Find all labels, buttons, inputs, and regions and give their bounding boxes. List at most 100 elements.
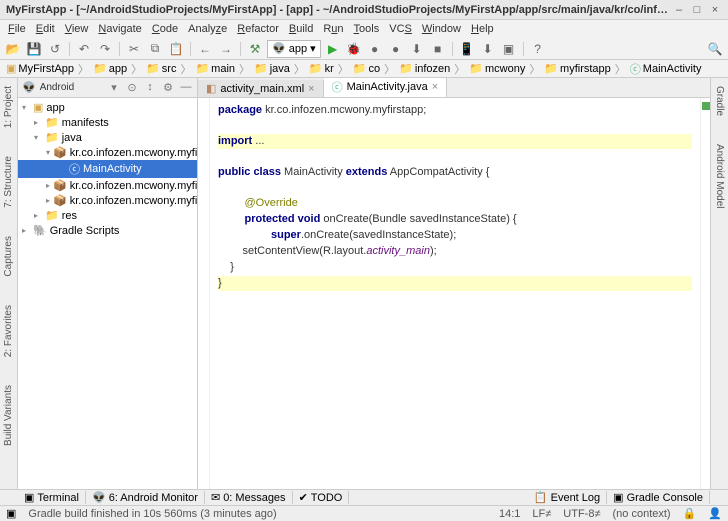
menu-view[interactable]: View [61,22,93,36]
line-separator[interactable]: LF≠ [532,508,551,520]
tree-row[interactable]: ▸📁res [18,208,197,223]
minimize-button[interactable]: – [672,3,686,17]
tree-row[interactable]: ▸📦kr.co.infozen.mcwony.myfirstapp (andro… [18,178,197,193]
attach-icon[interactable]: ⬇ [408,40,426,58]
context-info[interactable]: (no context) [613,508,671,520]
editor-tab[interactable]: ◧ activity_main.xml × [198,80,324,97]
open-icon[interactable]: 📂 [4,40,22,58]
make-icon[interactable]: ⚒ [246,40,264,58]
tab-terminal[interactable]: ▣ Terminal [18,491,86,504]
breadcrumb-item[interactable]: 📁co [351,62,382,75]
error-stripe[interactable] [700,98,710,489]
project-structure-icon[interactable]: ▣ [500,40,518,58]
tree-arrow-icon[interactable]: ▸ [34,118,42,127]
debug-icon[interactable]: 🐞 [345,40,363,58]
tree-row[interactable]: ▸🐘Gradle Scripts [18,223,197,238]
menu-vcs[interactable]: VCS [385,22,416,36]
breadcrumb-item[interactable]: 📁myfirstapp [542,62,612,75]
tree-row[interactable]: ▾📦kr.co.infozen.mcwony.myfirstapp [18,145,197,160]
menu-tools[interactable]: Tools [350,22,384,36]
run-config-select[interactable]: 👽 app ▾ [267,40,321,58]
help-icon[interactable]: ? [529,40,547,58]
tab-gradle[interactable]: Gradle [714,82,725,120]
tree-arrow-icon[interactable]: ▸ [34,211,42,220]
close-icon[interactable]: × [308,83,314,95]
menu-edit[interactable]: Edit [32,22,59,36]
gear-icon[interactable]: ⚙ [161,81,175,95]
tree-row[interactable]: ▾📁java [18,130,197,145]
menu-build[interactable]: Build [285,22,317,36]
paste-icon[interactable]: 📋 [167,40,185,58]
editor-tab[interactable]: ⓒ MainActivity.java × [324,78,448,97]
profiler-dot2-icon[interactable]: ● [387,40,405,58]
fold-gutter[interactable] [198,98,210,489]
profiler-dot1-icon[interactable]: ● [366,40,384,58]
tree-row[interactable]: ▾▣app [18,100,197,115]
breadcrumb-item[interactable]: 📁mcwony [467,62,527,75]
menu-help[interactable]: Help [467,22,498,36]
breadcrumb-item[interactable]: 📁app [91,62,129,75]
tree-arrow-icon[interactable]: ▾ [34,133,42,142]
breadcrumb-item[interactable]: 📁java [252,62,292,75]
tab-android-model[interactable]: Android Model [714,140,725,212]
collapse-icon[interactable]: ⊙ [125,81,139,95]
redo-icon[interactable]: ↷ [96,40,114,58]
tree-arrow-icon[interactable]: ▾ [22,103,30,112]
sync-icon[interactable]: ↺ [46,40,64,58]
tab-gradle-console[interactable]: ▣ Gradle Console [607,491,710,504]
tree-row[interactable]: ▸📁manifests [18,115,197,130]
avd-icon[interactable]: 📱 [458,40,476,58]
close-icon[interactable]: × [432,81,438,93]
hector-icon[interactable]: 👤 [708,507,722,520]
breadcrumb-item[interactable]: ⓒMainActivity [628,61,704,77]
breadcrumb-item[interactable]: 📁kr [307,62,336,75]
menu-run[interactable]: Run [319,22,347,36]
back-icon[interactable]: ← [196,40,214,58]
tab-messages[interactable]: ✉ 0: Messages [205,491,293,504]
cursor-position[interactable]: 14:1 [499,508,520,520]
breadcrumb-item[interactable]: ▣MyFirstApp [4,62,76,75]
tree-row[interactable]: ▸📦kr.co.infozen.mcwony.myfirstapp (test) [18,193,197,208]
breadcrumb-item[interactable]: 📁infozen [397,62,452,75]
hide-icon[interactable]: — [179,81,193,95]
menu-analyze[interactable]: Analyze [184,22,231,36]
breadcrumb-item[interactable]: 📁main [193,62,237,75]
tab-event-log[interactable]: 📋 Event Log [528,491,607,504]
expand-icon[interactable]: ↕ [143,81,157,95]
tree-arrow-icon[interactable]: ▾ [46,148,50,157]
tree-arrow-icon[interactable]: ▸ [46,196,50,205]
copy-icon[interactable]: ⧉ [146,40,164,58]
stop-icon[interactable]: ■ [429,40,447,58]
lock-icon[interactable]: 🔒 [683,507,697,520]
tab-todo[interactable]: ✔ TODO [293,491,350,504]
project-tree[interactable]: ▾▣app▸📁manifests▾📁java▾📦kr.co.infozen.mc… [18,98,197,489]
tab-build-variants[interactable]: Build Variants [3,381,14,450]
close-button[interactable]: × [708,3,722,17]
run-icon[interactable]: ▶ [324,40,342,58]
tab-captures[interactable]: Captures [3,232,14,281]
tab-structure[interactable]: 7: Structure [3,152,14,212]
panel-title[interactable]: Android [40,82,103,93]
breadcrumb-item[interactable]: 📁src [144,62,178,75]
search-icon[interactable]: 🔍 [706,40,724,58]
file-encoding[interactable]: UTF-8≠ [563,508,600,520]
save-icon[interactable]: 💾 [25,40,43,58]
forward-icon[interactable]: → [217,40,235,58]
menu-window[interactable]: Window [418,22,465,36]
import-fold[interactable]: import ... [218,134,692,149]
tab-favorites[interactable]: 2: Favorites [3,301,14,361]
tree-arrow-icon[interactable]: ▸ [22,226,30,235]
tab-project[interactable]: 1: Project [3,82,14,132]
menu-file[interactable]: File [4,22,30,36]
dropdown-icon[interactable]: ▾ [107,81,121,95]
tab-android-monitor[interactable]: 👽 6: Android Monitor [86,491,205,504]
sdk-icon[interactable]: ⬇ [479,40,497,58]
tool-window-toggle-icon[interactable]: ▣ [6,507,16,520]
menu-code[interactable]: Code [148,22,182,36]
cut-icon[interactable]: ✂ [125,40,143,58]
maximize-button[interactable]: □ [690,3,704,17]
tree-row[interactable]: ⓒMainActivity [18,160,197,178]
menu-refactor[interactable]: Refactor [233,22,283,36]
menu-navigate[interactable]: Navigate [94,22,145,36]
code-editor[interactable]: package kr.co.infozen.mcwony.myfirstapp;… [210,98,700,489]
